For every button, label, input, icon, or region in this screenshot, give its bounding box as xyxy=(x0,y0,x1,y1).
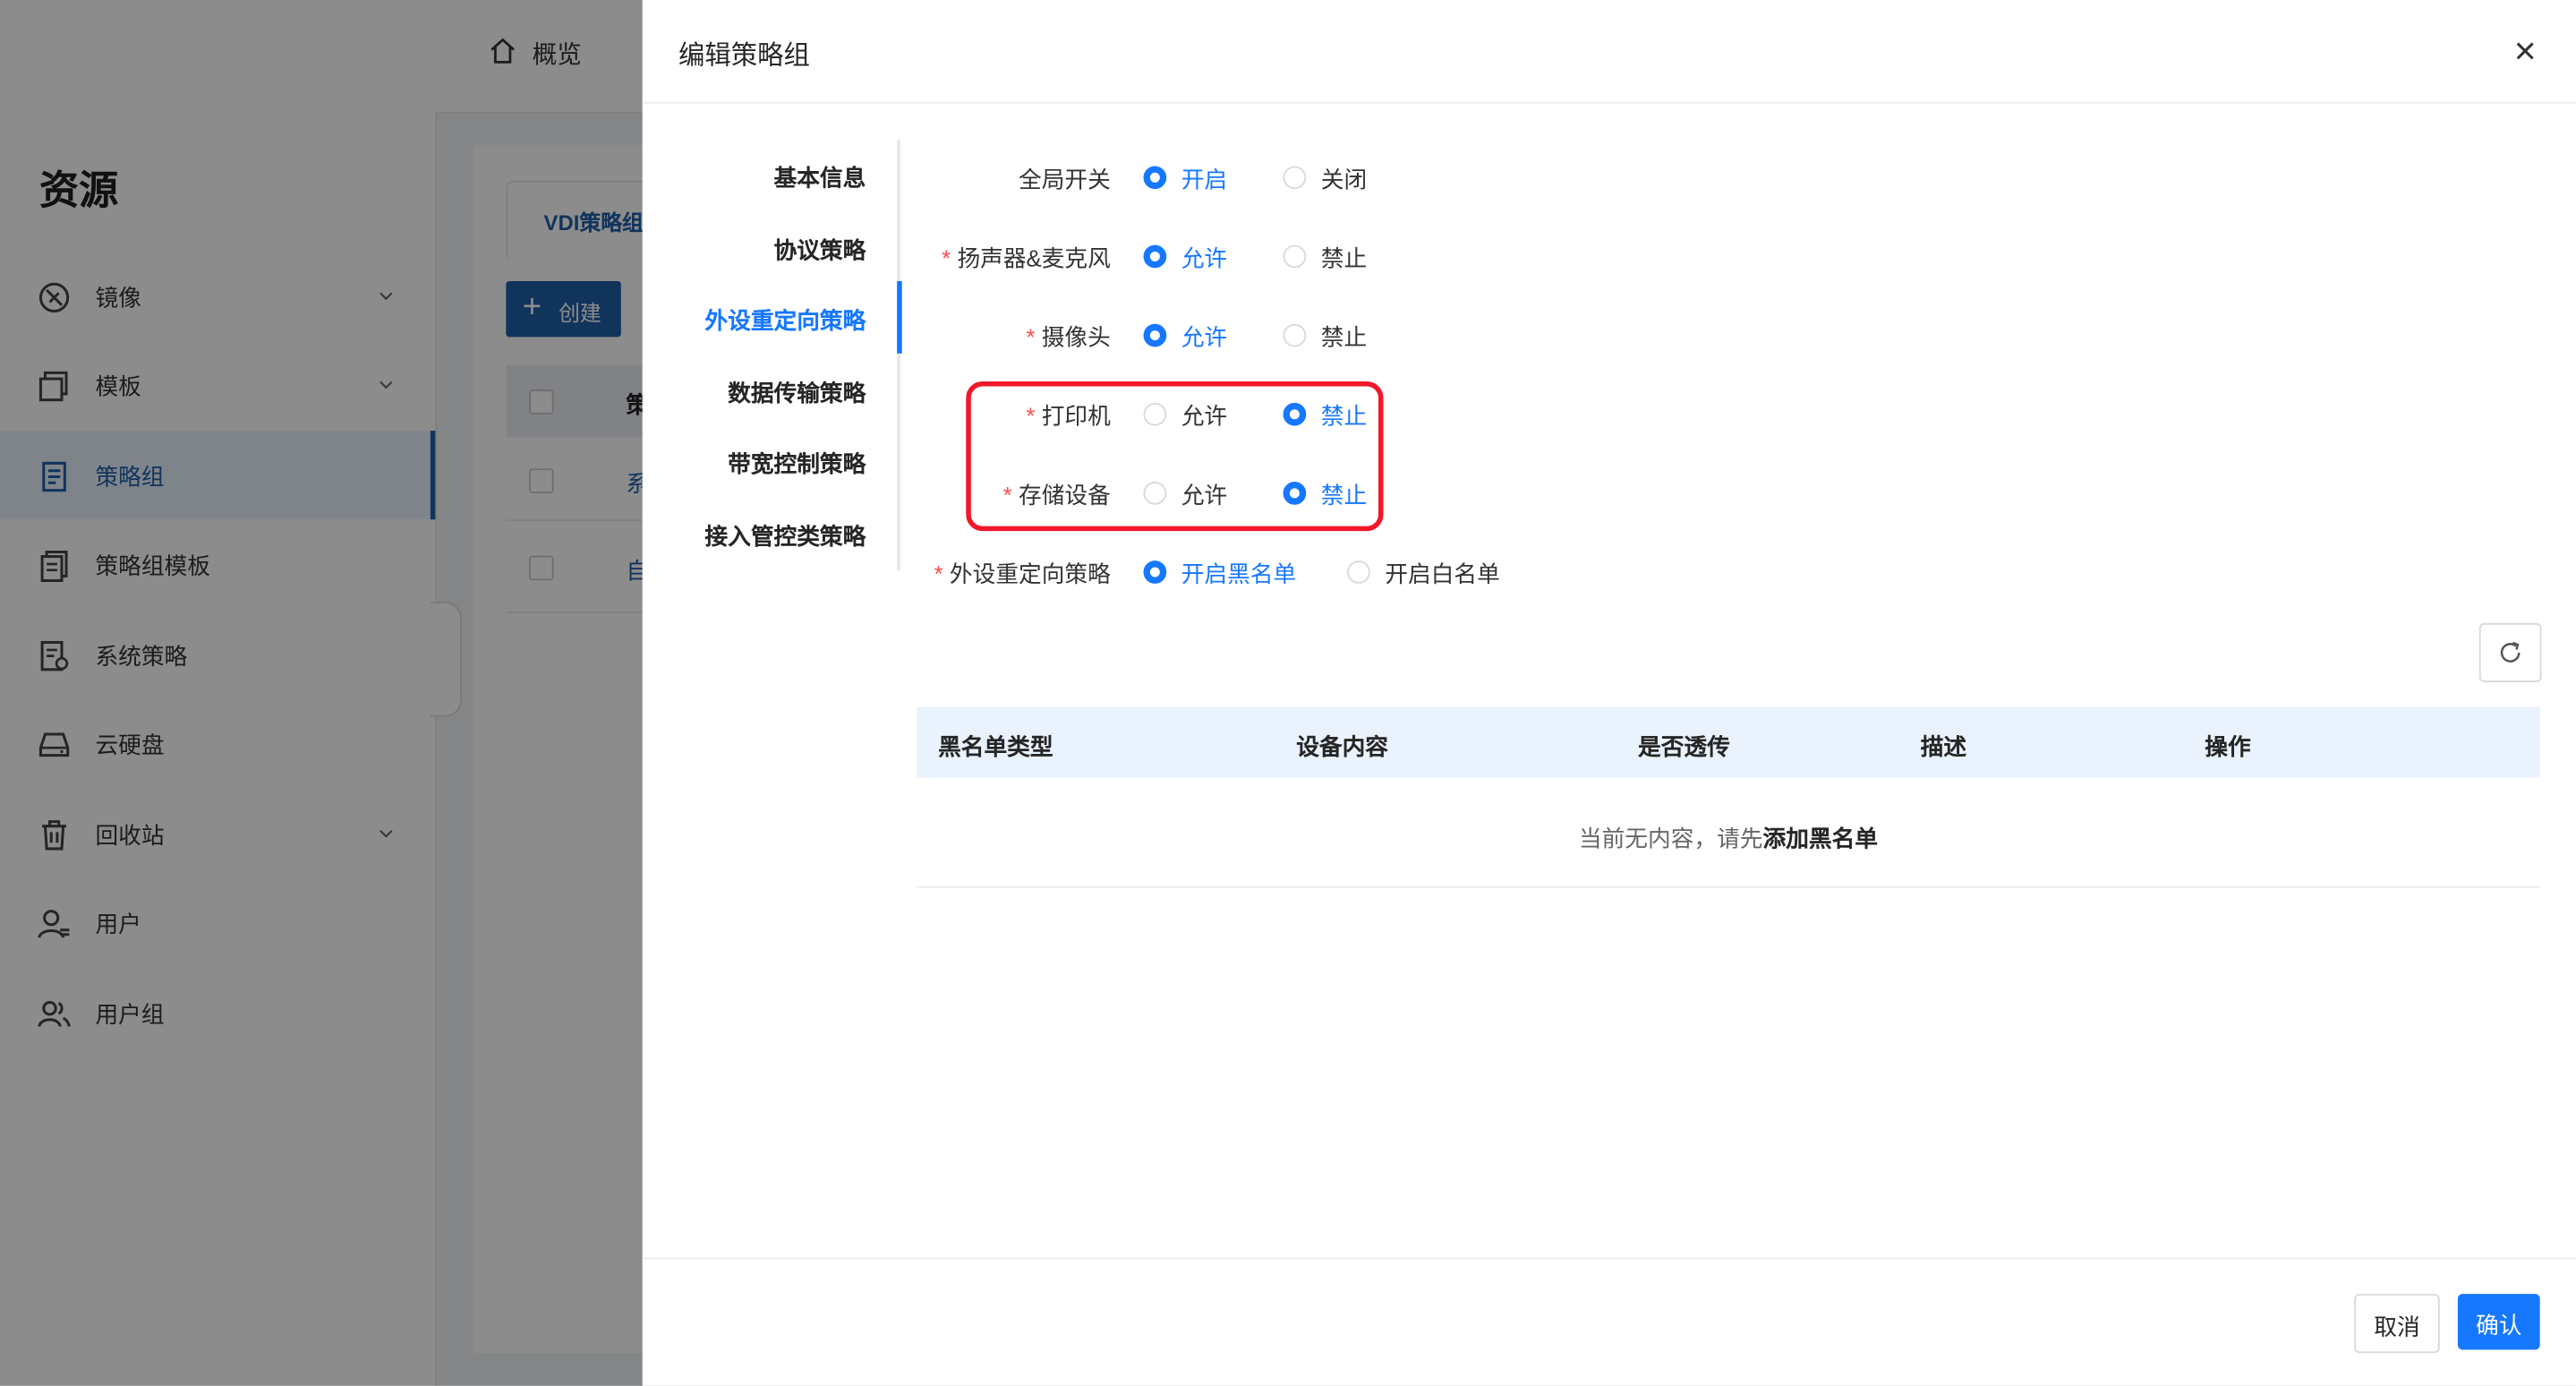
edit-policy-group-drawer: 编辑策略组 基本信息 协议策略 外设重定向策略 数据传输策略 带宽控制策略 接入… xyxy=(642,0,2576,1386)
radio-speaker-mic-option-2[interactable] xyxy=(1283,244,1307,269)
radio-label[interactable]: 关闭 xyxy=(1321,163,1367,196)
refresh-icon xyxy=(2500,641,2521,663)
form-label-camera: * 摄像头 xyxy=(889,321,1111,354)
radio-speaker-mic-option-1[interactable] xyxy=(1143,244,1167,269)
add-blacklist-link[interactable]: 添加黑名单 xyxy=(1762,826,1877,851)
radio-peripheral-redirect-mode-option-2[interactable] xyxy=(1347,560,1370,584)
radio-peripheral-redirect-mode-option-1[interactable] xyxy=(1143,560,1167,584)
required-marker: * xyxy=(934,560,943,587)
close-icon[interactable] xyxy=(2507,33,2543,69)
column-header-blacklist-type: 黑名单类型 xyxy=(938,732,1053,760)
anchor-basic-info[interactable]: 基本信息 xyxy=(643,161,866,194)
empty-state-text: 当前无内容，请先 xyxy=(1578,825,1763,852)
confirm-button-label: 确认 xyxy=(2476,1312,2522,1339)
radio-label[interactable]: 开启白名单 xyxy=(1385,557,1499,590)
radio-label[interactable]: 开启黑名单 xyxy=(1181,557,1296,590)
blacklist-table-bottom-line xyxy=(917,886,2540,888)
drawer-header-divider xyxy=(642,101,2576,104)
radio-camera-option-1[interactable] xyxy=(1143,323,1167,347)
column-header-description: 描述 xyxy=(1920,732,1967,760)
radio-label[interactable]: 开启 xyxy=(1181,163,1227,196)
radio-label[interactable]: 允许 xyxy=(1181,321,1227,354)
drawer-title: 编辑策略组 xyxy=(678,42,810,71)
cancel-button-label: 取消 xyxy=(2374,1313,2420,1340)
highlight-box xyxy=(966,381,1384,532)
radio-camera-option-2[interactable] xyxy=(1283,323,1307,347)
confirm-button[interactable]: 确认 xyxy=(2457,1294,2540,1350)
column-header-passthrough: 是否透传 xyxy=(1637,732,1730,760)
anchor-bandwidth-control-policy[interactable]: 带宽控制策略 xyxy=(643,447,866,480)
anchor-protocol-policy[interactable]: 协议策略 xyxy=(643,234,866,267)
form-label-text: 外设重定向策略 xyxy=(949,560,1111,587)
form-label-text: 扬声器&麦克风 xyxy=(957,244,1111,271)
required-marker: * xyxy=(942,244,951,271)
radio-global-switch-option-1[interactable] xyxy=(1143,166,1167,190)
column-header-actions: 操作 xyxy=(2205,732,2251,760)
form-label-speaker-mic: * 扬声器&麦克风 xyxy=(889,242,1111,275)
form-label-text: 全局开关 xyxy=(1019,166,1111,192)
form-label-text: 摄像头 xyxy=(1041,323,1111,351)
radio-label[interactable]: 禁止 xyxy=(1321,321,1367,354)
anchor-access-control-policy[interactable]: 接入管控类策略 xyxy=(643,519,866,552)
required-marker: * xyxy=(1026,323,1036,351)
radio-label[interactable]: 允许 xyxy=(1181,242,1227,275)
refresh-button[interactable] xyxy=(2478,622,2542,683)
form-label-global-switch: 全局开关 xyxy=(889,163,1111,196)
drawer-footer-divider xyxy=(642,1257,2576,1260)
radio-global-switch-option-2[interactable] xyxy=(1283,166,1307,190)
blacklist-empty-state: 当前无内容，请先添加黑名单 xyxy=(917,822,2539,855)
form-label-peripheral-redirect-mode: * 外设重定向策略 xyxy=(889,557,1111,590)
column-header-device-content: 设备内容 xyxy=(1296,732,1388,760)
anchor-data-transfer-policy[interactable]: 数据传输策略 xyxy=(643,376,866,409)
radio-label[interactable]: 禁止 xyxy=(1321,242,1367,275)
anchor-peripheral-redirect-policy[interactable]: 外设重定向策略 xyxy=(643,304,866,338)
cancel-button[interactable]: 取消 xyxy=(2354,1294,2440,1354)
